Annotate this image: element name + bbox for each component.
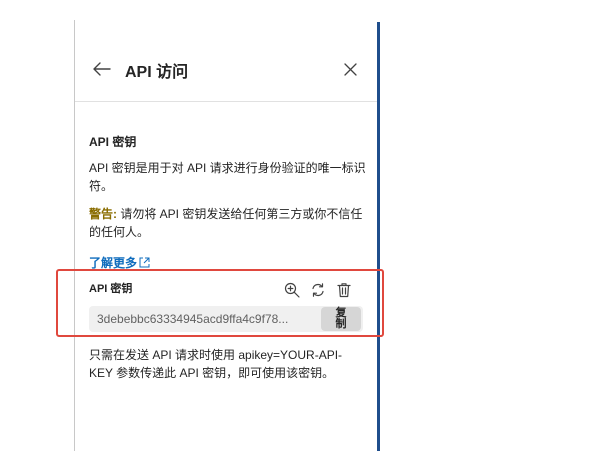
usage-note: 只需在发送 API 请求时使用 apikey=YOUR-API-KEY 参数传递… xyxy=(89,348,343,380)
regenerate-key-button[interactable] xyxy=(308,280,328,300)
copy-button[interactable]: 复制 xyxy=(321,307,361,331)
section-title: API 密钥 xyxy=(89,135,137,149)
header-divider xyxy=(75,101,377,102)
api-key-actions xyxy=(282,280,354,300)
api-key-value[interactable]: 3debebbc63334945acd9ffa4c9f78... xyxy=(97,312,319,326)
warning-body: 请勿将 API 密钥发送给任何第三方或你不信任的任何人。 xyxy=(89,207,363,239)
panel-title: API 访问 xyxy=(125,64,189,81)
close-icon xyxy=(343,62,357,76)
show-key-button[interactable] xyxy=(282,280,302,300)
external-link-icon xyxy=(139,257,150,268)
close-button[interactable] xyxy=(337,56,363,82)
warning-label: 警告: xyxy=(89,207,117,221)
api-key-description: API 密钥是用于对 API 请求进行身份验证的唯一标识符。 xyxy=(89,161,366,193)
back-button[interactable] xyxy=(89,56,115,82)
api-key-field[interactable]: 3debebbc63334945acd9ffa4c9f78... 复制 xyxy=(89,306,363,332)
zoom-in-icon xyxy=(284,282,300,298)
copy-button-label: 复制 xyxy=(335,307,347,330)
panel-accent-bar xyxy=(377,22,380,451)
api-key-label: API 密钥 xyxy=(89,283,133,295)
refresh-icon xyxy=(312,283,324,297)
warning-text: 警告: 请勿将 API 密钥发送给任何第三方或你不信任的任何人。 xyxy=(89,205,369,241)
delete-key-button[interactable] xyxy=(334,280,354,300)
trash-icon xyxy=(337,283,351,298)
arrow-left-icon xyxy=(93,62,111,76)
panel-header: API 访问 xyxy=(75,48,377,88)
page: API 访问 API 密钥 API 密钥是用于对 API 请求进行身份验证的唯一… xyxy=(0,0,590,451)
api-access-panel: API 访问 API 密钥 API 密钥是用于对 API 请求进行身份验证的唯一… xyxy=(75,20,377,451)
